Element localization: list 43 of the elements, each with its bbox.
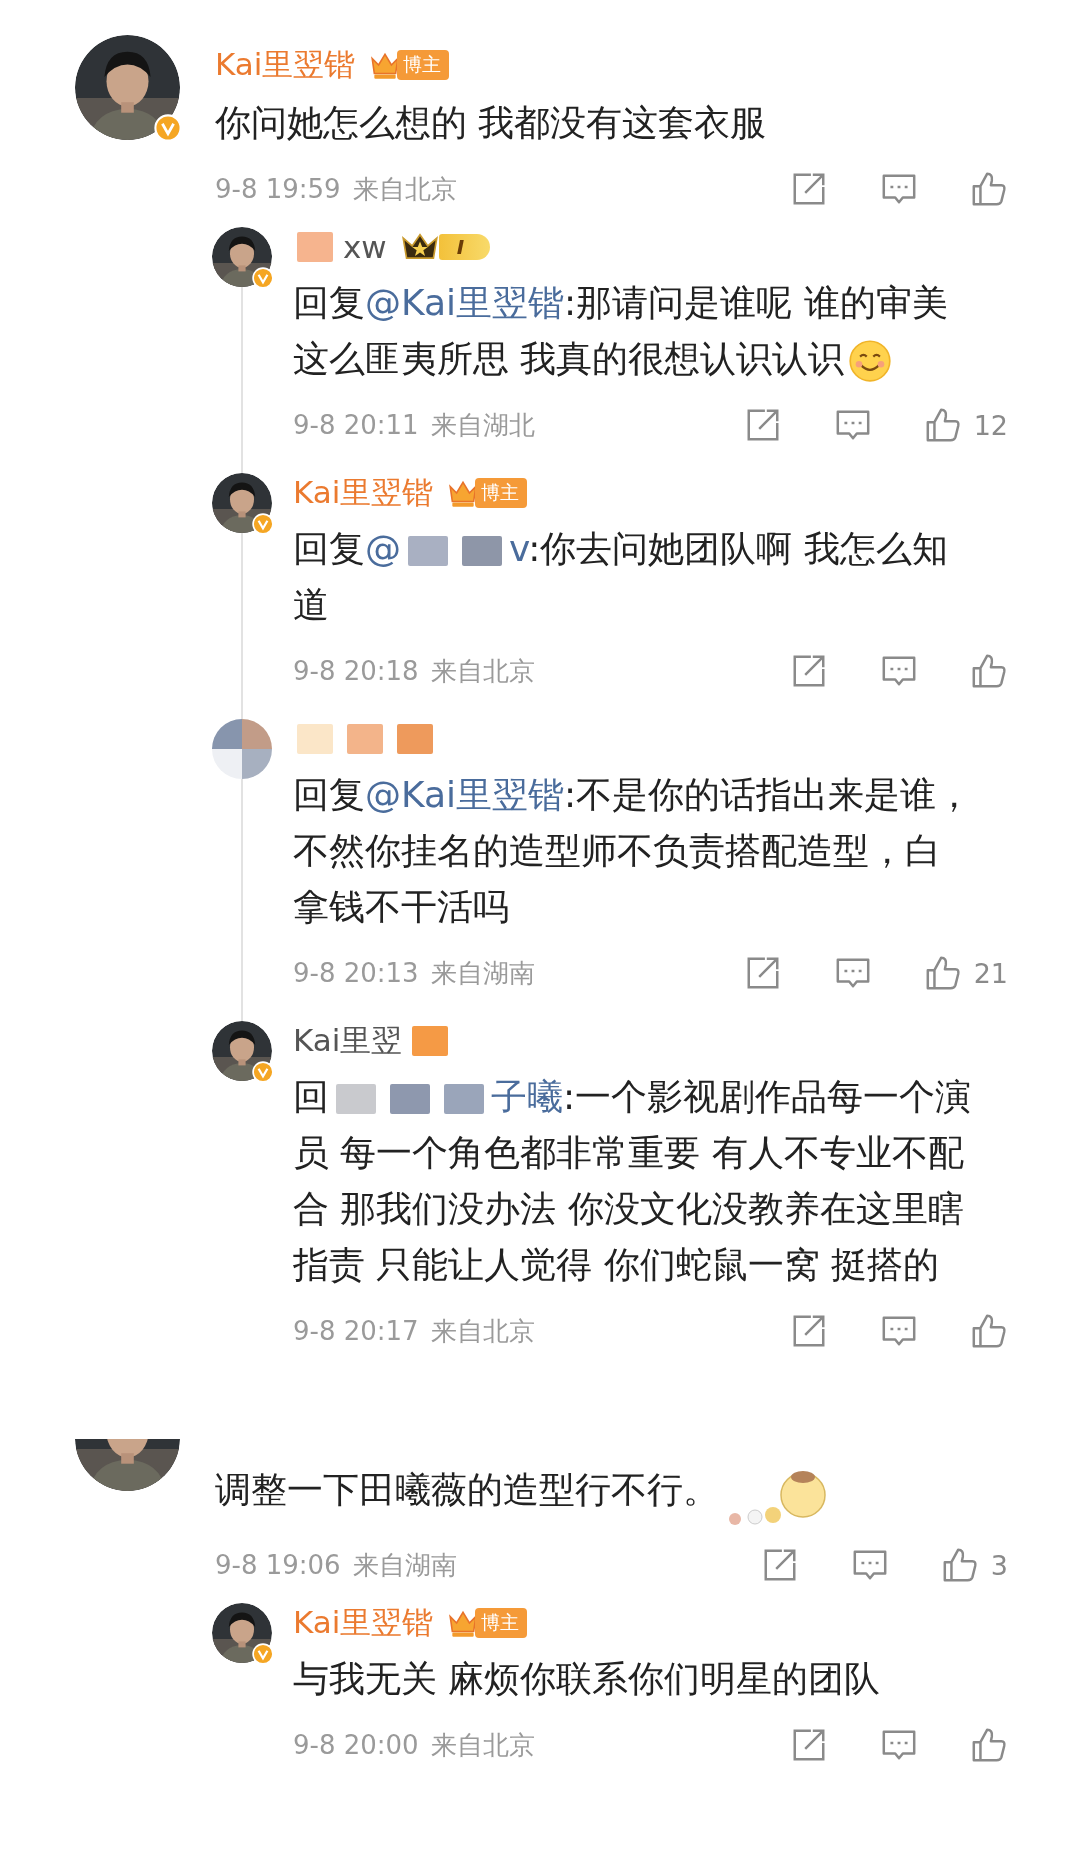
comment-text: 回复@ v:你去问她团队啊 我怎么知道 — [293, 527, 949, 627]
comment-text: 回复@Kai里翌锴:那请问是谁呢 谁的审美这么匪夷所思 我真的很想认识认识 — [293, 275, 975, 387]
user-name[interactable]: Kai里翌 — [293, 1020, 403, 1062]
comment-text: 与我无关 麻烦你联系你们明星的团队 — [293, 1657, 882, 1701]
user-name[interactable]: Kai里翌锴 — [215, 44, 356, 86]
blogger-badge: 博主 — [475, 1608, 528, 1638]
like-count: 3 — [990, 1549, 1008, 1581]
comment-location: 来自北京 — [352, 172, 457, 206]
comment-time: 9-8 19:06 — [215, 1550, 341, 1580]
thumbs-up-icon[interactable] — [970, 1726, 1008, 1764]
comment-time: 9-8 20:13 — [293, 958, 419, 988]
blogger-badge: 博主 — [475, 478, 528, 508]
comment-location: 来自湖南 — [430, 956, 535, 990]
comment-time: 9-8 20:11 — [293, 410, 419, 440]
mention-link[interactable]: 子曦 — [491, 1076, 563, 1117]
smiley-icon — [848, 339, 893, 383]
comment-location: 来自北京 — [430, 654, 535, 688]
comment-text: 回复@Kai里翌锴:不是你的话指出来是谁，不然你挂名的造型师不负责搭配造型，白拿钱不干活吗 — [293, 773, 974, 929]
comment-time: 9-8 19:59 — [215, 174, 341, 204]
comment-text: 调整一下田曦薇的造型行不行。 — [215, 1457, 1008, 1527]
mention-link[interactable]: @Kai里翌锴 — [365, 282, 565, 323]
comment-time: 9-8 20:17 — [293, 1316, 419, 1346]
level-badge: I — [438, 234, 491, 260]
comment-location: 来自北京 — [430, 1314, 535, 1348]
comment-text: 回 子曦:一个影视剧作品每一个演员 每一个角色都非常重要 有人不专业不配合 那我们没办法 你没文化没教养在这里瞎指责 只能让人觉得 你们蛇鼠一窝 挺搭的 — [293, 1075, 973, 1287]
user-name[interactable]: Kai里翌锴 — [293, 472, 434, 514]
comment-location: 来自湖北 — [430, 408, 535, 442]
mention-link[interactable]: @Kai里翌锴 — [365, 774, 565, 815]
mention-link[interactable]: @ — [365, 528, 401, 569]
user-name[interactable]: Kai里翌锴 — [293, 1602, 434, 1644]
comment-location: 来自北京 — [430, 1728, 535, 1762]
user-name[interactable]: xw — [343, 229, 387, 265]
comment-location: 来自湖南 — [352, 1548, 457, 1582]
comment-text: 你问她怎么想的 我都没有这套衣服 — [215, 101, 768, 145]
thumbs-up-icon[interactable] — [970, 1312, 1008, 1350]
mention-link[interactable]: v — [509, 528, 529, 569]
thumbs-up-icon[interactable] — [970, 652, 1008, 690]
thumbs-up-icon[interactable] — [970, 170, 1008, 208]
blogger-badge: 博主 — [397, 50, 450, 80]
like-count: 21 — [973, 957, 1008, 989]
like-count: 12 — [973, 409, 1008, 441]
comment-time: 9-8 20:00 — [293, 1730, 419, 1760]
comment-time: 9-8 20:18 — [293, 656, 419, 686]
